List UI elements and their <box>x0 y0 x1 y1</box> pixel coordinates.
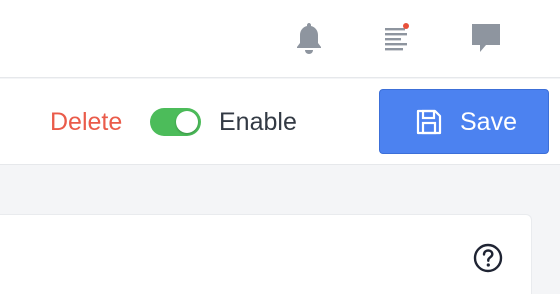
notifications-button[interactable] <box>289 18 329 58</box>
content-panel <box>0 214 532 294</box>
toggle-knob <box>176 111 198 133</box>
save-button[interactable]: Save <box>379 89 549 154</box>
question-icon[interactable] <box>473 243 503 273</box>
floppy-disk-icon <box>416 109 442 135</box>
bell-icon <box>297 23 321 54</box>
enable-label: Enable <box>219 108 297 136</box>
top-navbar <box>0 0 560 78</box>
enable-toggle[interactable] <box>150 108 201 136</box>
notification-badge <box>403 23 409 29</box>
chat-icon <box>472 24 500 52</box>
messages-button[interactable] <box>466 18 506 58</box>
delete-button[interactable]: Delete <box>50 107 122 137</box>
save-button-label: Save <box>460 108 517 136</box>
activity-list-button[interactable] <box>376 18 416 58</box>
